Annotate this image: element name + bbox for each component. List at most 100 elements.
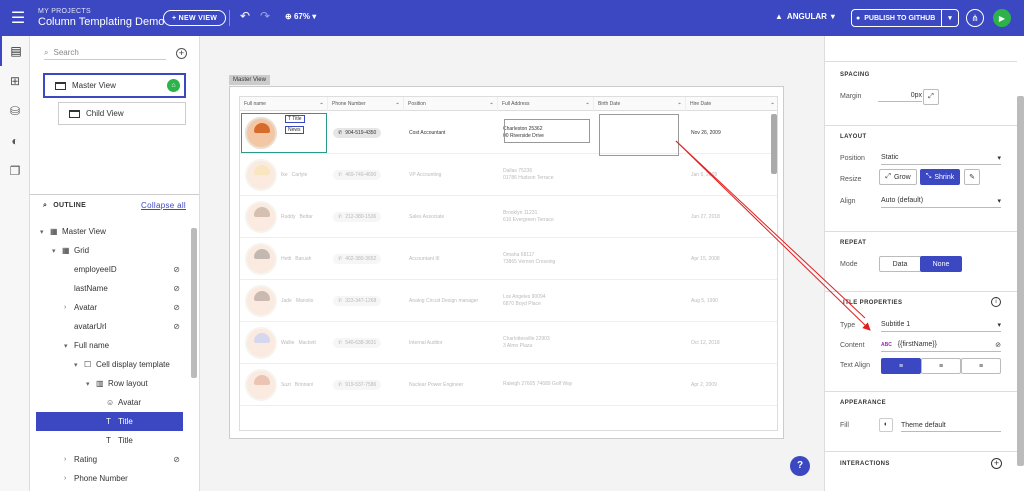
cell-phone[interactable]: ✆ 904-519-4350 xyxy=(328,112,404,154)
cell-fullname[interactable]: Jade Manolio xyxy=(240,280,328,322)
cell-phone[interactable]: ✆ 919-537-7586 xyxy=(328,364,404,406)
tree-item[interactable]: › Rating ⊘ xyxy=(30,450,190,469)
tree-item[interactable]: employeeID ⊘ xyxy=(30,260,190,279)
fill-field[interactable]: Theme default xyxy=(901,422,1001,432)
views-icon[interactable]: ▤ xyxy=(0,36,30,66)
table-row[interactable]: Hetti Baruah ✆ 402-380-3652 Accountant III Om… xyxy=(240,238,777,280)
add-interaction-icon[interactable]: + xyxy=(991,458,1002,469)
redo-icon[interactable]: ↷ xyxy=(260,9,270,23)
preview-play-button[interactable]: ▶ xyxy=(993,9,1011,27)
cell-address[interactable]: Charlottesville 22903 3 Almo Plaza xyxy=(498,322,594,364)
position-select[interactable]: Static ▾ xyxy=(881,154,1001,165)
cell-hiredate[interactable]: Jun 27, 2018 xyxy=(686,196,777,238)
column-header[interactable]: Position ⌖ xyxy=(404,97,498,111)
components-icon[interactable]: ⊞ xyxy=(0,66,30,96)
pin-icon[interactable]: ⌖ xyxy=(396,97,399,111)
cell-birthdate[interactable] xyxy=(594,322,686,364)
tree-item[interactable]: lastName ⊘ xyxy=(30,279,190,298)
cell-address[interactable]: Dallas 75236 01786 Hudson Terrace xyxy=(498,154,594,196)
tree-item[interactable]: › Phone Number xyxy=(30,469,190,488)
tree-item[interactable]: › Avatar ⊘ xyxy=(30,298,190,317)
eye-off-icon[interactable]: ⊘ xyxy=(173,322,180,331)
cell-hiredate[interactable]: Apr 2, 2009 xyxy=(686,364,777,406)
grow-button[interactable]: ⤢ Grow xyxy=(879,169,917,185)
column-header[interactable]: Birth Date ⌖ xyxy=(594,97,686,111)
cell-position[interactable]: Cost Accountant xyxy=(404,112,498,154)
cell-phone[interactable]: ✆ 323-347-1268 xyxy=(328,280,404,322)
cell-address[interactable]: Raleigh 27605 74689 Golf Way xyxy=(498,364,594,406)
pin-icon[interactable]: ⌖ xyxy=(320,97,323,111)
cell-address[interactable]: Omaha 68117 73865 Vernon Crossing xyxy=(498,238,594,280)
publish-button[interactable]: ● PUBLISH TO GITHUB ▾ xyxy=(851,9,959,27)
zoom-control[interactable]: ⊕ 67% ▾ xyxy=(285,12,316,21)
properties-scrollbar[interactable] xyxy=(1017,96,1024,466)
cell-position[interactable]: Accountant III xyxy=(404,238,498,280)
eye-off-icon[interactable]: ⊘ xyxy=(173,284,180,293)
add-view-icon[interactable]: + xyxy=(176,48,187,59)
table-row[interactable]: Jade Manolio ✆ 323-347-1268 Analog Circuit D… xyxy=(240,280,777,322)
eye-off-icon[interactable]: ⊘ xyxy=(173,303,180,312)
theme-icon[interactable]: ◐ xyxy=(0,126,30,156)
undo-icon[interactable]: ↶ xyxy=(240,9,250,23)
pin-icon[interactable]: ⌖ xyxy=(586,97,589,111)
cell-birthdate[interactable] xyxy=(594,364,686,406)
collapse-all-link[interactable]: Collapse all xyxy=(141,201,186,210)
new-view-button[interactable]: + NEW VIEW xyxy=(163,10,227,26)
table-row[interactable]: Suzi Brinnani ✆ 919-537-7586 Nuclear Power E… xyxy=(240,364,777,406)
cell-fullname[interactable]: Ruddy Bettar xyxy=(240,196,328,238)
column-header[interactable]: Hire Date ⌖ xyxy=(686,97,777,111)
eye-off-icon[interactable]: ⊘ xyxy=(173,265,180,274)
search-input[interactable]: ⌕ Search xyxy=(44,46,166,60)
cell-address[interactable]: Los Angeles 90094 6870 Boyd Place xyxy=(498,280,594,322)
cell-hiredate[interactable]: Aug 5, 1990 xyxy=(686,280,777,322)
cell-hiredate[interactable]: Oct 12, 2018 xyxy=(686,322,777,364)
news-chip[interactable]: News xyxy=(285,126,304,134)
tree-item[interactable]: avatarUrl ⊘ xyxy=(30,317,190,336)
edit-icon[interactable]: ✎ xyxy=(964,169,980,185)
cell-position[interactable]: Internal Auditor xyxy=(404,322,498,364)
cell-phone[interactable]: ✆ 540-638-3631 xyxy=(328,322,404,364)
menu-icon[interactable]: ☰ xyxy=(0,0,36,36)
cell-fullname[interactable]: Ike Carlyle xyxy=(240,154,328,196)
info-icon[interactable]: i xyxy=(991,297,1001,307)
data-grid[interactable]: Full name ⌖ Phone Number ⌖ Position ⌖ Full … xyxy=(239,96,778,431)
framework-select[interactable]: ▲ ANGULAR ▾ xyxy=(775,12,835,21)
grid-scrollbar[interactable] xyxy=(771,114,777,174)
assets-icon[interactable]: ❐ xyxy=(0,156,30,186)
view-card-child[interactable]: Child View xyxy=(58,102,186,125)
shrink-button[interactable]: ⤡ Shrink xyxy=(920,169,960,185)
cell-phone[interactable]: ✆ 212-380-1536 xyxy=(328,196,404,238)
tree-item[interactable]: ▾ ▦ Grid xyxy=(30,241,190,260)
tree-item[interactable]: ▾ ☐ Cell display template xyxy=(30,355,190,374)
table-row[interactable]: Wallie Mackett ✆ 540-638-3631 Internal Audit… xyxy=(240,322,777,364)
unbind-icon[interactable]: ⊘ xyxy=(995,341,1001,349)
tree-item-selected[interactable]: T Title xyxy=(36,412,183,431)
data-icon[interactable]: ⛁ xyxy=(0,96,30,126)
align-center-button[interactable]: ≡ xyxy=(921,358,961,374)
palette-icon[interactable]: ◐ xyxy=(879,418,893,432)
view-card-master[interactable]: Master View ⌂ xyxy=(43,73,186,98)
cell-position[interactable]: Sales Associate xyxy=(404,196,498,238)
pin-icon[interactable]: ⌖ xyxy=(771,97,774,111)
cell-birthdate[interactable] xyxy=(594,280,686,322)
column-header[interactable]: Phone Number ⌖ xyxy=(328,97,404,111)
align-right-button[interactable]: ≡ xyxy=(961,358,1001,374)
table-row[interactable]: Ruddy Bettar ✆ 212-380-1536 Sales Associate B… xyxy=(240,196,777,238)
tree-item[interactable]: ▾ Full name xyxy=(30,336,190,355)
mode-data-button[interactable]: Data xyxy=(879,256,921,272)
help-button[interactable]: ? xyxy=(790,456,810,476)
column-header[interactable]: Full Address ⌖ xyxy=(498,97,594,111)
expand-icon[interactable]: ⤢ xyxy=(923,89,939,105)
column-header[interactable]: Full name ⌖ xyxy=(240,97,328,111)
pin-icon[interactable]: ⌖ xyxy=(490,97,493,111)
cell-fullname[interactable]: Suzi Brinnani xyxy=(240,364,328,406)
margin-field[interactable]: 0px xyxy=(878,92,922,102)
cell-position[interactable]: Nuclear Power Engineer xyxy=(404,364,498,406)
checkbox-icon[interactable]: ☐ xyxy=(84,360,96,369)
pin-icon[interactable]: ⌖ xyxy=(678,97,681,111)
cell-position[interactable]: VP Accounting xyxy=(404,154,498,196)
eye-off-icon[interactable]: ⊘ xyxy=(173,455,180,464)
cell-position[interactable]: Analog Circuit Design manager xyxy=(404,280,498,322)
title-chip[interactable]: T Title xyxy=(285,115,305,123)
align-select[interactable]: Auto (default) ▾ xyxy=(881,197,1001,208)
